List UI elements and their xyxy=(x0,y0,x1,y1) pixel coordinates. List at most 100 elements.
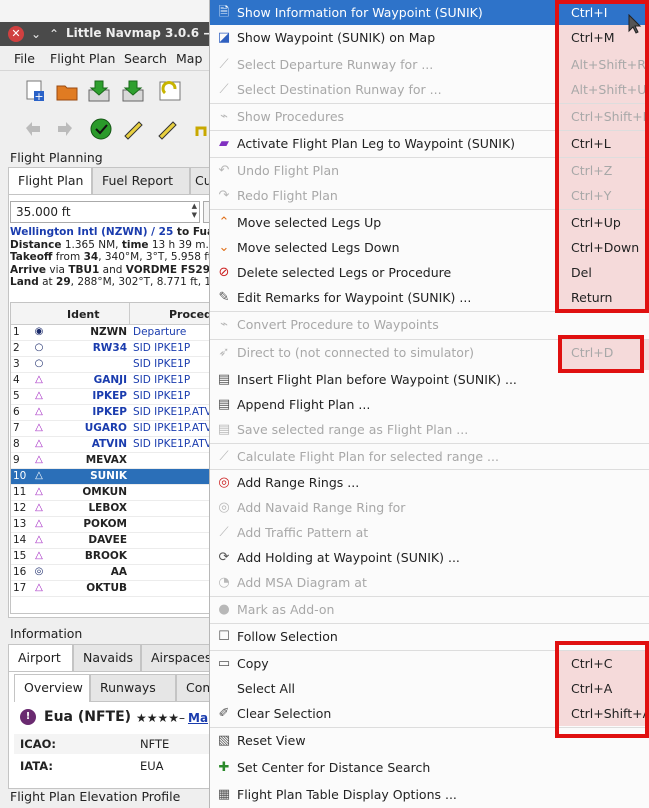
menu-item-label: Show Procedures xyxy=(237,109,345,124)
altitude-input[interactable]: 35.000 ft ▲ ▼ xyxy=(10,201,200,223)
menu-item-label: Append Flight Plan ... xyxy=(237,397,371,412)
menu-item-17[interactable]: ⟋ Calculate Flight Plan for selected rang… xyxy=(210,444,649,469)
row-number: 4 xyxy=(13,374,20,386)
row-ident: GANJI xyxy=(93,374,127,386)
menu-item-label: Clear Selection xyxy=(237,706,332,721)
table-row[interactable]: 3 ○ SID IPKE1P xyxy=(11,357,214,373)
route-line-2: Distance 1.365 NM, time 13 h 39 m. xyxy=(10,238,209,251)
chevron-down-icon[interactable]: ⌄ xyxy=(28,26,44,42)
new-plan-icon[interactable]: + xyxy=(22,78,48,104)
edit-leg-icon[interactable] xyxy=(120,116,146,142)
redo-icon[interactable] xyxy=(52,116,78,142)
table-row[interactable]: 12 △ LEBOX xyxy=(11,501,214,517)
menu-item-20[interactable]: ⟋ Add Traffic Pattern at xyxy=(210,520,649,545)
airport-icon: ◉ xyxy=(34,326,44,337)
table-row[interactable]: 14 △ DAVEE xyxy=(11,533,214,549)
tab-flight-plan[interactable]: Flight Plan xyxy=(8,167,92,195)
reset-view-icon: ▧ xyxy=(217,733,231,748)
column-ident[interactable]: Ident xyxy=(67,308,100,321)
tab-fuel-report[interactable]: Fuel Report xyxy=(92,167,190,195)
procedure-icon: ⌁ xyxy=(220,317,228,332)
menu-item-15[interactable]: ▤ Append Flight Plan ... xyxy=(210,392,649,417)
edit-leg-2-icon[interactable] xyxy=(154,116,180,142)
table-row[interactable]: 6 △ IPKEP SID IPKE1P.ATVIN xyxy=(11,405,214,421)
menu-flight-plan[interactable]: Flight Plan xyxy=(50,51,115,66)
row-ident: RW34 xyxy=(92,342,127,354)
row-number: 5 xyxy=(13,390,20,402)
spin-arrows-icon[interactable]: ▲ ▼ xyxy=(192,202,197,220)
table-row[interactable]: 1 ◉ NZWN Departure xyxy=(11,325,214,341)
menu-item-label: Show Waypoint (SUNIK) on Map xyxy=(237,30,436,45)
menu-item-23[interactable]: ● Mark as Add-on xyxy=(210,597,649,622)
menu-item-12[interactable]: ⌁ Convert Procedure to Waypoints xyxy=(210,312,649,337)
menu-item-18[interactable]: ◎ Add Range Rings ... xyxy=(210,470,649,495)
menu-item-22[interactable]: ◔ Add MSA Diagram at xyxy=(210,570,649,595)
crosshair-icon: ✚ xyxy=(218,760,230,775)
table-row[interactable]: 16 ◎ AA xyxy=(11,565,214,581)
tab-overview[interactable]: Overview xyxy=(14,674,90,702)
table-row[interactable]: 15 △ BROOK xyxy=(11,549,214,565)
open-plan-icon[interactable] xyxy=(54,78,80,104)
reload-icon[interactable] xyxy=(158,78,184,104)
row-number: 11 xyxy=(13,486,27,498)
route-line-3: Takeoff from 34, 340°M, 3°T, 5.958 ft. D… xyxy=(10,251,215,264)
tab-navaids[interactable]: Navaids xyxy=(73,644,141,672)
menu-item-19[interactable]: ◎ Add Navaid Range Ring for xyxy=(210,495,649,520)
vor-icon: ◎ xyxy=(34,566,44,577)
table-row[interactable]: 9 △ MEVAX xyxy=(11,453,214,469)
menu-map[interactable]: Map xyxy=(176,51,202,66)
menu-item-label: Move selected Legs Down xyxy=(237,240,400,255)
row-ident: IPKEP xyxy=(92,390,127,402)
undo-icon[interactable] xyxy=(20,116,46,142)
chevron-up-icon[interactable]: ⌃ xyxy=(46,26,62,42)
tab-airspaces[interactable]: Airspaces xyxy=(141,644,215,672)
table-row[interactable]: 7 △ UGARO SID IPKE1P.ATVIN xyxy=(11,421,214,437)
table-row[interactable]: 17 △ OKTUB xyxy=(11,581,214,597)
menu-item-30[interactable]: ▦ Flight Plan Table Display Options ... xyxy=(210,782,649,807)
table-options-icon: ▦ xyxy=(217,787,231,802)
menu-item-21[interactable]: ⟳ Add Holding at Waypoint (SUNIK) ... xyxy=(210,545,649,570)
row-number: 9 xyxy=(13,454,20,466)
more-icon[interactable] xyxy=(194,116,208,142)
redo-icon: ↷ xyxy=(218,188,230,203)
table-row[interactable]: 4 △ GANJI SID IPKE1P xyxy=(11,373,214,389)
elevation-profile-heading: Flight Plan Elevation Profile xyxy=(10,789,181,804)
procedure-icon: ⌁ xyxy=(220,109,228,124)
menu-item-label: Add Navaid Range Ring for xyxy=(237,500,406,515)
row-procedure: SID IPKE1P xyxy=(133,374,191,386)
triangle-icon: △ xyxy=(35,550,43,561)
save-plan-icon[interactable] xyxy=(86,78,112,104)
tab-runways[interactable]: Runways xyxy=(90,674,176,702)
table-row[interactable]: 5 △ IPKEP SID IPKE1P xyxy=(11,389,214,405)
tab-airport[interactable]: Airport xyxy=(8,644,73,672)
table-row[interactable]: 8 △ ATVIN SID IPKE1P.ATVIN xyxy=(11,437,214,453)
menu-item-label: Save selected range as Flight Plan ... xyxy=(237,422,469,437)
table-row[interactable]: 11 △ OMKUN xyxy=(11,485,214,501)
route-description: Wellington Intl (NZWN) / 25 to Fua'Amot … xyxy=(10,226,215,298)
close-icon[interactable]: ✕ xyxy=(8,26,24,42)
row-number: 6 xyxy=(13,406,20,418)
airport-subtabs: Overview Runways Com xyxy=(14,674,215,702)
table-row[interactable]: 2 ○ RW34 SID IPKE1P xyxy=(11,341,214,357)
menu-item-label: Calculate Flight Plan for selected range… xyxy=(237,449,499,464)
row-procedure: SID IPKE1P xyxy=(133,342,191,354)
menu-search[interactable]: Search xyxy=(124,51,167,66)
menu-file[interactable]: File xyxy=(14,51,35,66)
table-row[interactable]: 13 △ POKOM xyxy=(11,517,214,533)
menu-item-label: Insert Flight Plan before Waypoint (SUNI… xyxy=(237,372,517,387)
flight-plan-table[interactable]: Ident Procedu 1 ◉ NZWN Departure 2 ○ RW34 SID I… xyxy=(10,302,215,614)
menu-item-label: Select Destination Runway for ... xyxy=(237,82,442,97)
route-line-1: Wellington Intl (NZWN) / 25 to Fua'Amot xyxy=(10,226,215,238)
menu-item-label: Show Information for Waypoint (SUNIK) xyxy=(237,5,483,20)
menu-item-16[interactable]: ▤ Save selected range as Flight Plan ... xyxy=(210,417,649,442)
calculate-route-icon[interactable] xyxy=(88,116,114,142)
undo-icon: ↶ xyxy=(218,163,230,178)
row-ident: IPKEP xyxy=(92,406,127,418)
table-row[interactable]: 10 △ SUNIK xyxy=(11,469,214,485)
addon-icon: ● xyxy=(218,602,230,617)
save-as-icon[interactable] xyxy=(120,78,146,104)
activate-leg-icon: ▰ xyxy=(219,136,229,151)
menu-item-29[interactable]: ✚ Set Center for Distance Search xyxy=(210,755,649,780)
info-row-iata: IATA: EUA xyxy=(20,759,164,773)
delete-icon: ⊘ xyxy=(218,265,230,280)
